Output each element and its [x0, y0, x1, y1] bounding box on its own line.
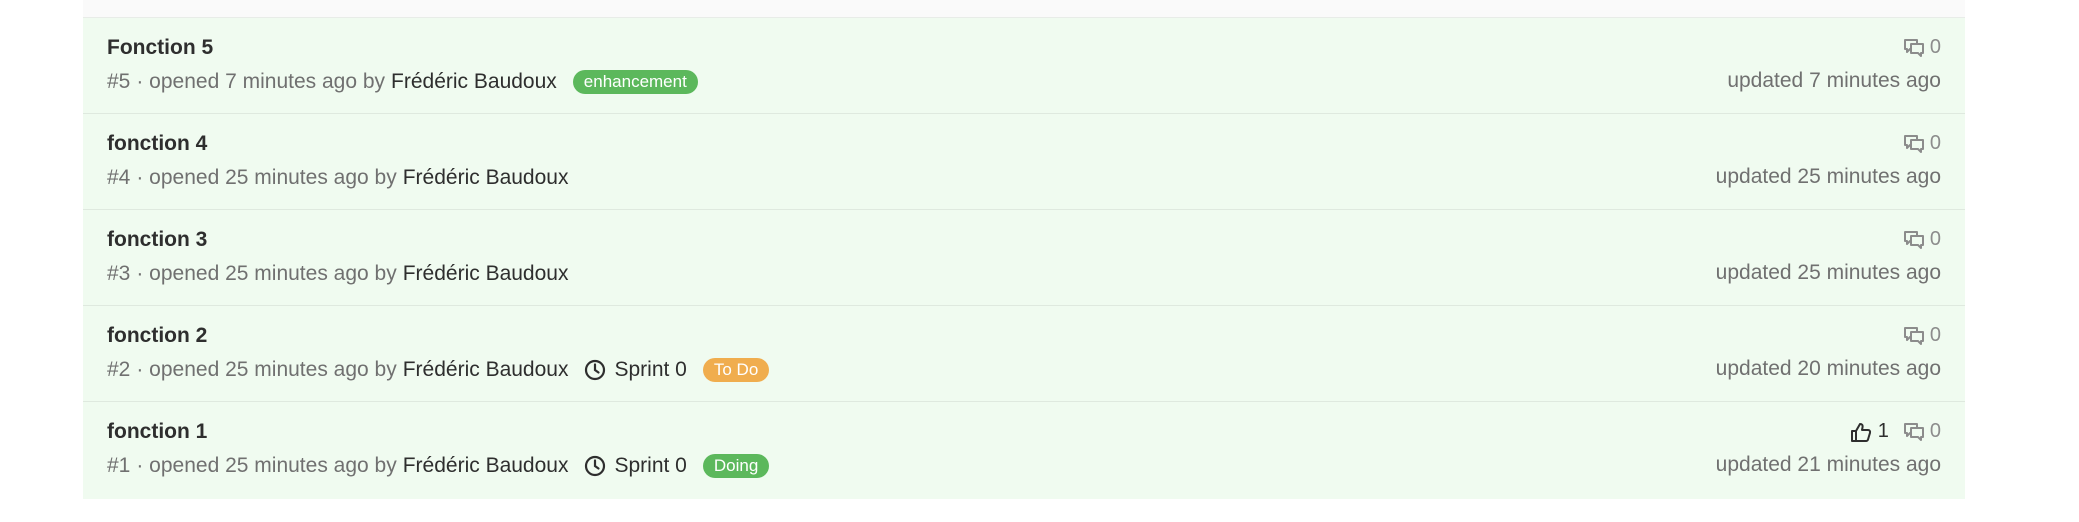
issue-title[interactable]: fonction 2	[107, 324, 207, 348]
comments-icon	[1903, 422, 1930, 442]
issue-counters: 10	[1850, 420, 1941, 443]
issue-counters: 0	[1903, 324, 1941, 347]
comments-icon	[1903, 38, 1930, 58]
issue-comments[interactable]: 0	[1903, 228, 1941, 251]
issue-comments[interactable]: 0	[1903, 36, 1941, 59]
issue-author-link[interactable]: Frédéric Baudoux	[403, 454, 569, 478]
issue-ref: #5	[107, 70, 131, 93]
issue-counters: 0	[1903, 228, 1941, 251]
issue-meta: #5 · opened 7 minutes ago by Frédéric Baud…	[107, 70, 698, 94]
issue-meta: #4 · opened 25 minutes ago by Frédéric Bau…	[107, 166, 568, 190]
issue-ref: #1	[107, 454, 131, 477]
comment-count: 0	[1929, 132, 1941, 154]
issue-ref: #3	[107, 262, 131, 285]
issue-counters: 0	[1903, 132, 1941, 155]
issue-updated: updated 20 minutes ago	[1715, 357, 1941, 380]
issue-updated: updated 21 minutes ago	[1715, 453, 1941, 476]
comments-icon	[1903, 134, 1930, 154]
issue-row[interactable]: fonction 2 #2 · opened 25 minutes ago by Fr…	[83, 306, 1965, 402]
issue-label[interactable]: enhancement	[572, 70, 698, 94]
upvote-count: 1	[1877, 420, 1889, 442]
issue-meta: #2 · opened 25 minutes ago by Frédéric Bau…	[107, 358, 770, 382]
list-header-strip	[83, 0, 1965, 18]
issue-opened-text: · opened 25 minutes ago by	[136, 454, 397, 477]
issue-author-link[interactable]: Frédéric Baudoux	[403, 262, 569, 286]
issue-updated: updated 7 minutes ago	[1727, 69, 1941, 92]
issue-milestone[interactable]: Sprint 0	[584, 358, 687, 382]
comment-count: 0	[1929, 36, 1941, 58]
issue-author-link[interactable]: Frédéric Baudoux	[391, 70, 557, 94]
issue-opened-text: · opened 25 minutes ago by	[136, 358, 397, 381]
issue-author-link[interactable]: Frédéric Baudoux	[403, 166, 569, 190]
issue-author-link[interactable]: Frédéric Baudoux	[403, 358, 569, 382]
issue-milestone[interactable]: Sprint 0	[584, 454, 687, 478]
issue-label[interactable]: Doing	[702, 454, 770, 478]
issue-updated: updated 25 minutes ago	[1715, 165, 1941, 188]
issue-opened-text: · opened 25 minutes ago by	[136, 166, 397, 189]
milestone-label: Sprint 0	[614, 454, 687, 477]
issue-row[interactable]: fonction 4 #4 · opened 25 minutes ago by Fr…	[83, 114, 1965, 210]
issues-list: Fonction 5 #5 · opened 7 minutes ago by Fré…	[83, 0, 1965, 499]
comments-icon	[1903, 326, 1930, 346]
clock-icon	[584, 359, 614, 381]
issue-row[interactable]: fonction 3 #3 · opened 25 minutes ago by Fr…	[83, 210, 1965, 306]
issue-updated: updated 25 minutes ago	[1715, 261, 1941, 284]
issue-ref: #4	[107, 166, 131, 189]
thumbs-up-icon	[1850, 421, 1878, 443]
issue-counters: 0	[1903, 36, 1941, 59]
issue-title[interactable]: Fonction 5	[107, 36, 213, 60]
comment-count: 0	[1929, 420, 1941, 442]
milestone-label: Sprint 0	[614, 358, 687, 381]
issue-meta: #1 · opened 25 minutes ago by Frédéric Bau…	[107, 454, 770, 478]
issue-comments[interactable]: 0	[1903, 324, 1941, 347]
issue-upvotes: 1	[1850, 420, 1889, 443]
issue-ref: #2	[107, 358, 131, 381]
issue-rows: Fonction 5 #5 · opened 7 minutes ago by Fré…	[83, 18, 1965, 499]
issue-title[interactable]: fonction 3	[107, 228, 207, 252]
issue-comments[interactable]: 0	[1903, 132, 1941, 155]
issue-label[interactable]: To Do	[702, 358, 770, 382]
issue-title[interactable]: fonction 1	[107, 420, 207, 444]
issue-opened-text: · opened 7 minutes ago by	[136, 70, 386, 93]
comment-count: 0	[1929, 324, 1941, 346]
issue-opened-text: · opened 25 minutes ago by	[136, 262, 397, 285]
clock-icon	[584, 455, 614, 477]
issue-comments[interactable]: 0	[1903, 420, 1941, 443]
issue-row[interactable]: Fonction 5 #5 · opened 7 minutes ago by Fré…	[83, 18, 1965, 114]
issue-meta: #3 · opened 25 minutes ago by Frédéric Bau…	[107, 262, 568, 286]
issue-row[interactable]: fonction 1 #1 · opened 25 minutes ago by Fr…	[83, 402, 1965, 499]
comment-count: 0	[1929, 228, 1941, 250]
issue-title[interactable]: fonction 4	[107, 132, 207, 156]
comments-icon	[1903, 230, 1930, 250]
